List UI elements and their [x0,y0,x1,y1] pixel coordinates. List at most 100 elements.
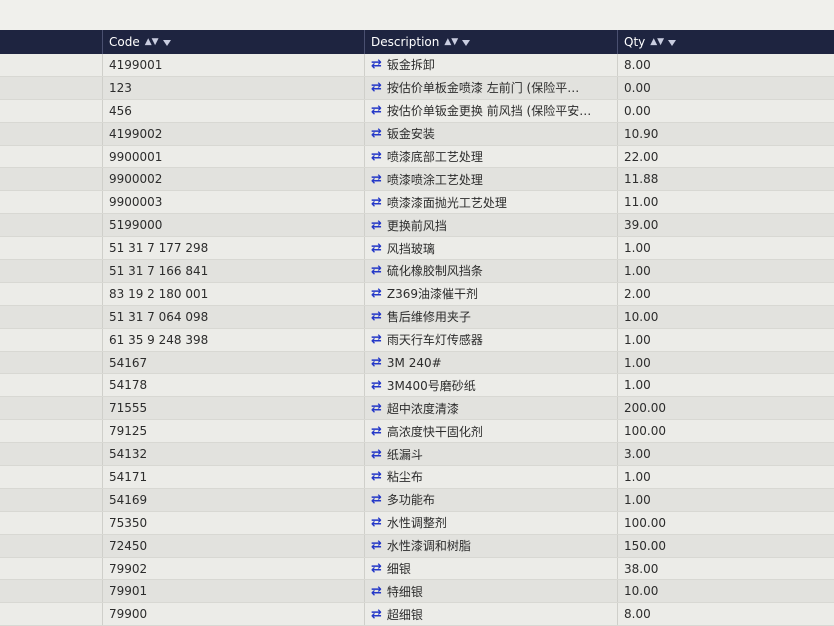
swap-arrows-icon[interactable]: ⇄ [371,149,382,164]
table-row[interactable]: 79901 ⇄ 特细银 10.00 [0,580,834,604]
cell-qty[interactable]: 3.00 [618,443,834,465]
table-row[interactable]: 54167 ⇄ 3M 240# 1.00 [0,351,834,375]
table-row[interactable]: 54132 ⇄ 纸漏斗 3.00 [0,443,834,467]
table-row[interactable]: 75350 ⇄ 水性调整剂 100.00 [0,511,834,535]
cell-description[interactable]: ⇄ 3M 240# [365,351,618,374]
cell-code[interactable]: 54171 [103,466,365,488]
cell-qty[interactable]: 1.00 [618,260,834,282]
cell-description[interactable]: ⇄ 特细银 [365,580,618,603]
cell-qty[interactable]: 0.00 [618,77,834,99]
swap-arrows-icon[interactable]: ⇄ [371,584,382,599]
cell-code[interactable]: 71555 [103,397,365,420]
cell-code[interactable]: 79125 [103,420,365,443]
cell-qty[interactable]: 1.00 [618,237,834,259]
cell-description[interactable]: ⇄ 按估价单板金喷漆 左前门 (保险平… [365,76,618,99]
cell-qty[interactable]: 1.00 [618,352,834,374]
table-row[interactable]: 83 19 2 180 001 ⇄ Z369油漆催干剂 2.00 [0,282,834,306]
cell-qty[interactable]: 10.00 [618,580,834,602]
filter-funnel-icon[interactable] [462,40,471,46]
table-row[interactable]: 51 31 7 166 841 ⇄ 硫化橡胶制风挡条 1.00 [0,260,834,283]
cell-qty[interactable]: 150.00 [618,535,834,557]
cell-code[interactable]: 9900001 [103,145,365,168]
cell-code[interactable]: 79901 [103,580,365,603]
cell-qty[interactable]: 39.00 [618,214,834,236]
cell-code[interactable]: 61 35 9 248 398 [103,328,365,351]
cell-description[interactable]: ⇄ 喷漆漆面抛光工艺处理 [365,191,618,214]
cell-code[interactable]: 75350 [103,511,365,534]
cell-qty[interactable]: 22.00 [618,146,834,168]
cell-qty[interactable]: 1.00 [618,374,834,396]
cell-description[interactable]: ⇄ 雨天行车灯传感器 [365,328,618,351]
cell-description[interactable]: ⇄ 更换前风挡 [365,214,618,237]
table-row[interactable]: 72450 ⇄ 水性漆调和树脂 150.00 [0,534,834,558]
cell-description[interactable]: ⇄ 喷漆喷涂工艺处理 [365,168,618,191]
sort-updown-icon[interactable]: ▲▼ [145,37,159,47]
cell-qty[interactable]: 10.00 [618,306,834,328]
cell-qty[interactable]: 11.00 [618,191,834,213]
cell-description[interactable]: ⇄ 钣金拆卸 [365,54,618,76]
swap-arrows-icon[interactable]: ⇄ [371,126,382,141]
cell-code[interactable]: 79900 [103,603,365,626]
cell-code[interactable]: 51 31 7 177 298 [103,237,365,260]
cell-description[interactable]: ⇄ 钣金安装 [365,122,618,145]
cell-description[interactable]: ⇄ 多功能布 [365,488,618,511]
swap-arrows-icon[interactable]: ⇄ [371,424,382,439]
swap-arrows-icon[interactable]: ⇄ [371,172,382,187]
swap-arrows-icon[interactable]: ⇄ [371,469,382,484]
table-row[interactable]: 54178 ⇄ 3M400号磨砂纸 1.00 [0,374,834,398]
table-row[interactable]: 123 ⇄ 按估价单板金喷漆 左前门 (保险平… 0.00 [0,76,834,100]
filter-funnel-icon[interactable] [668,40,677,46]
cell-qty[interactable]: 38.00 [618,558,834,580]
swap-arrows-icon[interactable]: ⇄ [371,355,382,370]
cell-code[interactable]: 5199000 [103,214,365,237]
cell-description[interactable]: ⇄ 水性调整剂 [365,511,618,534]
cell-description[interactable]: ⇄ Z369油漆催干剂 [365,282,618,305]
swap-arrows-icon[interactable]: ⇄ [371,103,382,118]
table-row[interactable]: 61 35 9 248 398 ⇄ 雨天行车灯传感器 1.00 [0,328,834,352]
cell-description[interactable]: ⇄ 3M400号磨砂纸 [365,374,618,397]
cell-code[interactable]: 456 [103,99,365,122]
cell-code[interactable]: 54169 [103,488,365,511]
cell-description[interactable]: ⇄ 风挡玻璃 [365,237,618,260]
swap-arrows-icon[interactable]: ⇄ [371,515,382,530]
swap-arrows-icon[interactable]: ⇄ [371,195,382,210]
column-header-code[interactable]: Code ▲▼ [103,30,365,54]
filter-funnel-icon[interactable] [162,40,171,46]
column-header-description[interactable]: Description ▲▼ [365,30,618,54]
table-row[interactable]: 9900003 ⇄ 喷漆漆面抛光工艺处理 11.00 [0,191,834,215]
swap-arrows-icon[interactable]: ⇄ [371,447,382,462]
cell-description[interactable]: ⇄ 超中浓度清漆 [365,397,618,420]
sort-updown-icon[interactable]: ▲▼ [444,37,458,47]
cell-description[interactable]: ⇄ 高浓度快干固化剂 [365,420,618,443]
table-row[interactable]: 4199002 ⇄ 钣金安装 10.90 [0,122,834,146]
cell-qty[interactable]: 200.00 [618,397,834,419]
table-row[interactable]: 9900002 ⇄ 喷漆喷涂工艺处理 11.88 [0,168,834,192]
cell-code[interactable]: 9900002 [103,168,365,191]
table-row[interactable]: 4199001 ⇄ 钣金拆卸 8.00 [0,54,834,77]
table-row[interactable]: 79125 ⇄ 高浓度快干固化剂 100.00 [0,420,834,444]
cell-qty[interactable]: 1.00 [618,489,834,511]
cell-code[interactable]: 123 [103,76,365,99]
cell-description[interactable]: ⇄ 水性漆调和树脂 [365,534,618,557]
cell-qty[interactable]: 8.00 [618,603,834,625]
table-row[interactable]: 71555 ⇄ 超中浓度清漆 200.00 [0,397,834,421]
cell-code[interactable]: 51 31 7 064 098 [103,305,365,328]
cell-code[interactable]: 4199002 [103,122,365,145]
swap-arrows-icon[interactable]: ⇄ [371,309,382,324]
table-row[interactable]: 51 31 7 064 098 ⇄ 售后维修用夹子 10.00 [0,305,834,329]
swap-arrows-icon[interactable]: ⇄ [371,241,382,256]
cell-description[interactable]: ⇄ 喷漆底部工艺处理 [365,145,618,168]
swap-arrows-icon[interactable]: ⇄ [371,218,382,233]
cell-description[interactable]: ⇄ 售后维修用夹子 [365,305,618,328]
cell-qty[interactable]: 1.00 [618,329,834,351]
table-row[interactable]: 54171 ⇄ 粘尘布 1.00 [0,466,834,489]
column-header-qty[interactable]: Qty ▲▼ [618,30,834,54]
swap-arrows-icon[interactable]: ⇄ [371,57,382,72]
cell-code[interactable]: 72450 [103,534,365,557]
cell-qty[interactable]: 10.90 [618,123,834,145]
cell-code[interactable]: 54132 [103,443,365,466]
table-row[interactable]: 456 ⇄ 按估价单钣金更换 前风挡 (保险平安… 0.00 [0,99,834,123]
table-row[interactable]: 5199000 ⇄ 更换前风挡 39.00 [0,214,834,238]
cell-qty[interactable]: 100.00 [618,420,834,442]
table-row[interactable]: 9900001 ⇄ 喷漆底部工艺处理 22.00 [0,145,834,169]
